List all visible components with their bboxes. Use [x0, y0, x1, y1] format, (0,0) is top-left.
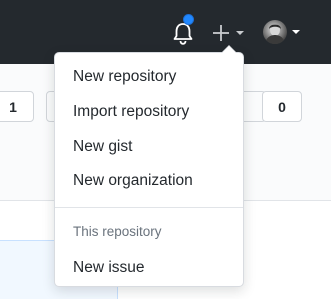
- create-new-button[interactable]: [212, 23, 248, 43]
- plus-icon: [213, 25, 229, 41]
- menu-item-new-repository[interactable]: New repository: [55, 61, 243, 93]
- caret-down-icon: [236, 31, 244, 35]
- menu-section-header: This repository: [73, 224, 162, 239]
- dropdown-caret-fill: [222, 46, 236, 53]
- bell-icon[interactable]: [172, 22, 194, 46]
- menu-divider: [55, 207, 243, 208]
- user-menu-button[interactable]: [263, 20, 303, 46]
- avatar: [263, 20, 287, 44]
- unread-notification-indicator: [183, 14, 194, 25]
- caret-down-icon: [292, 30, 300, 34]
- create-new-dropdown: New repository Import repository New gis…: [54, 45, 244, 287]
- menu-item-new-organization[interactable]: New organization: [55, 165, 243, 197]
- menu-item-new-gist[interactable]: New gist: [55, 131, 243, 163]
- fork-count[interactable]: 0: [262, 91, 302, 122]
- star-count[interactable]: 1: [0, 91, 34, 122]
- menu-item-new-issue[interactable]: New issue: [55, 252, 243, 284]
- menu-item-import-repository[interactable]: Import repository: [55, 96, 243, 128]
